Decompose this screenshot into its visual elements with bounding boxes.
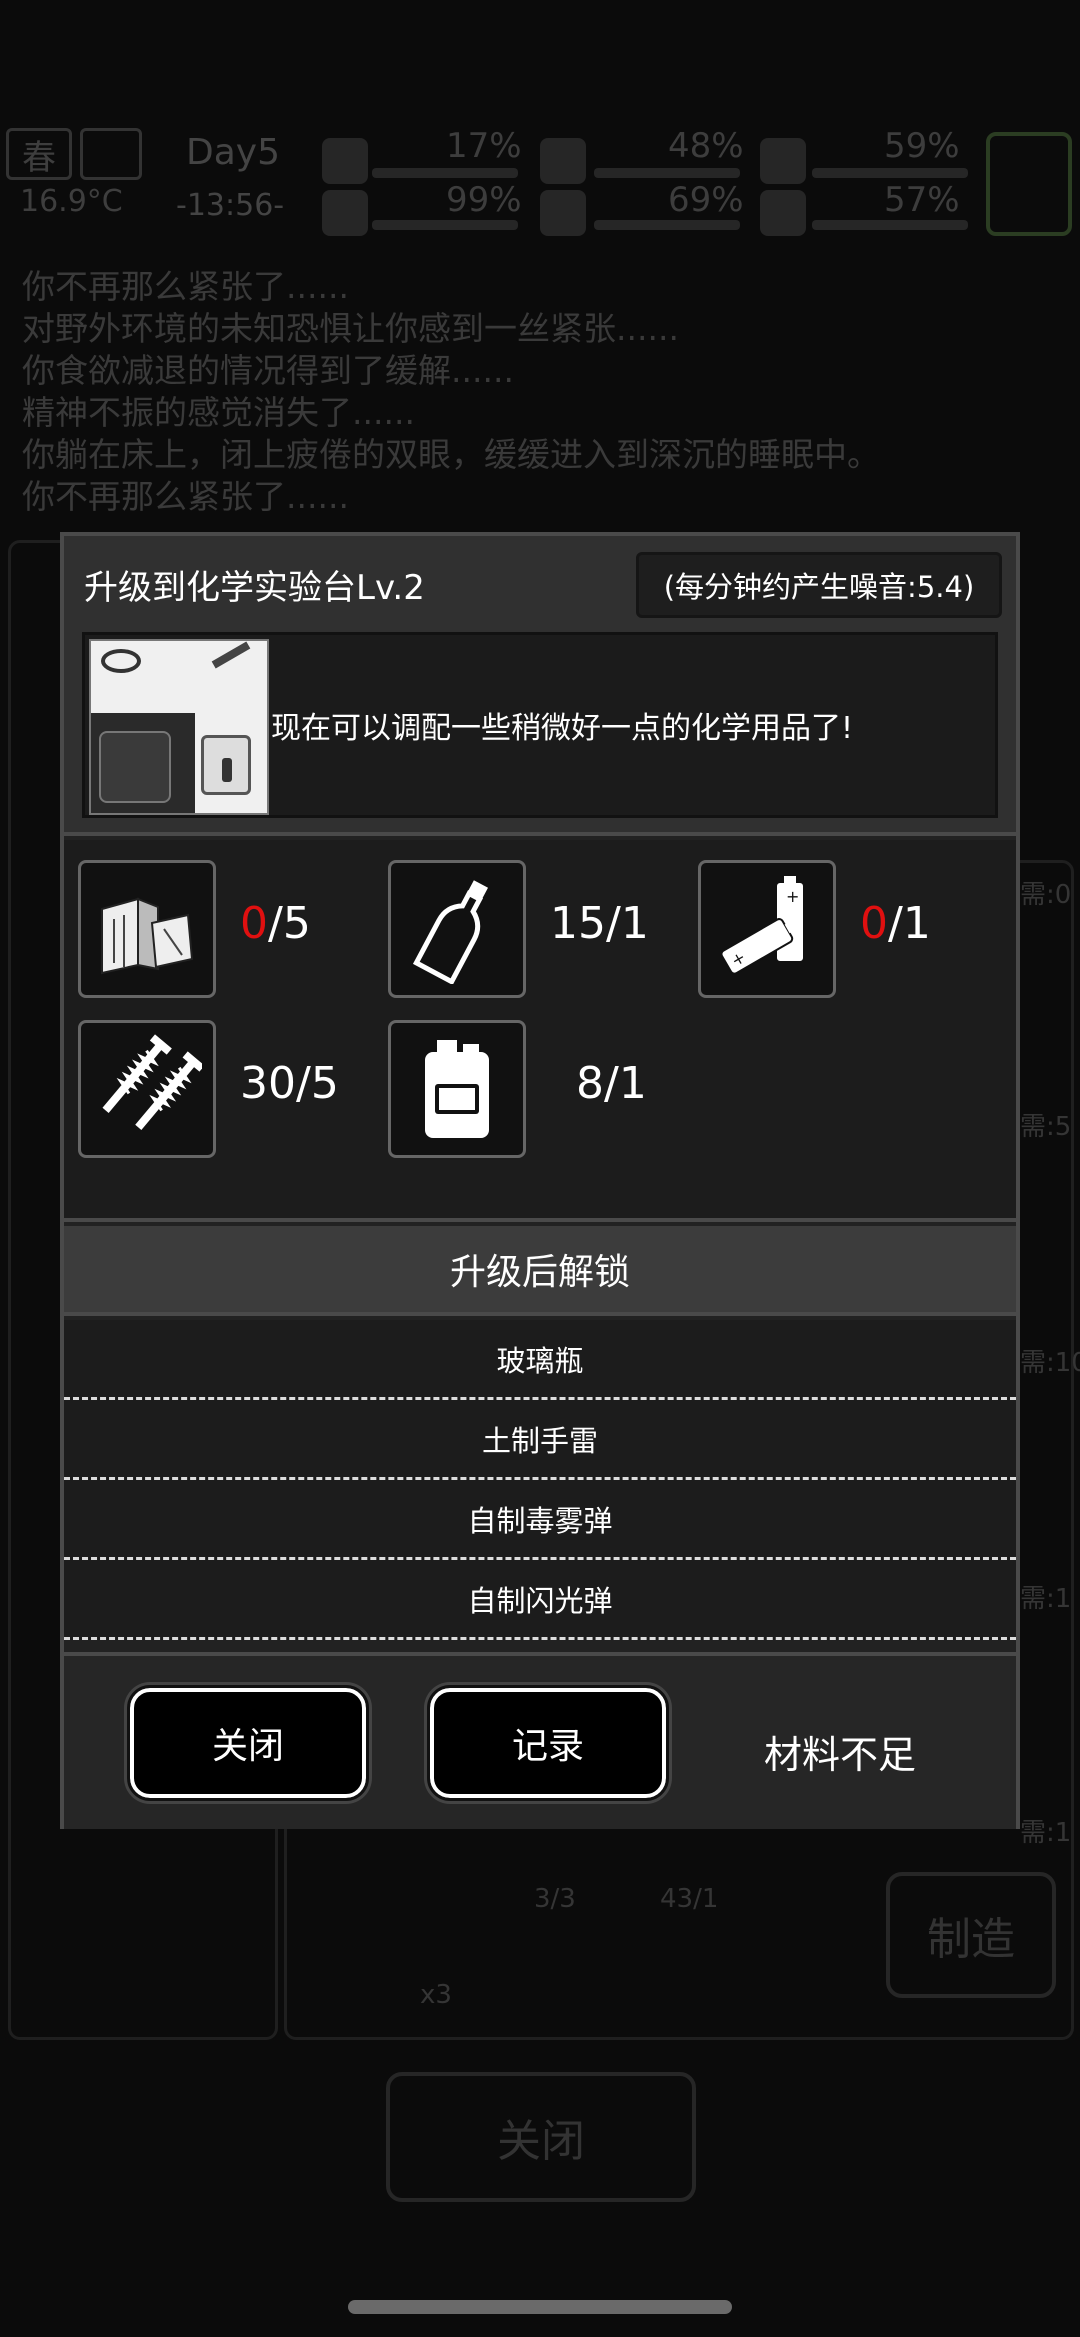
requirement-text: 需:1 <box>1020 1818 1072 1848</box>
material-count: 0/1 <box>860 898 931 949</box>
background-close-button[interactable]: 关闭 <box>386 2072 696 2202</box>
stat-bar <box>812 168 968 178</box>
stomach-icon <box>540 138 586 184</box>
material-have: 0 <box>860 898 888 949</box>
upgrade-description: 现在可以调配一些稍微好一点的化学用品了! <box>271 711 854 746</box>
stat-value: 48% <box>668 126 744 166</box>
material-count: 30/5 <box>240 1058 339 1109</box>
battery-icon <box>760 138 806 184</box>
hud-bar: 春 16.9°C Day5 -13:56- 17% 48% 59% 99% 69… <box>0 118 1080 248</box>
material-count: 8/1 <box>576 1058 647 1109</box>
event-log: 你不再那么紧张了...... 对野外环境的未知恐惧让你感到一丝紧张...... 你食… <box>22 266 880 518</box>
material-item: 0/5 <box>70 852 380 998</box>
material-have: 0 <box>240 898 268 949</box>
dialog-header: 升级到化学实验台Lv.2 (每分钟约产生噪音:5.4) 现在可以调配一些稍微好一… <box>64 536 1016 836</box>
stat-value: 59% <box>884 126 960 166</box>
stat-value: 57% <box>884 180 960 220</box>
material-item: 15/1 <box>380 852 690 998</box>
stat-bar <box>812 220 968 230</box>
unlock-header: 升级后解锁 <box>64 1226 1016 1316</box>
upgrade-dialog: 升级到化学实验台Lv.2 (每分钟约产生噪音:5.4) 现在可以调配一些稍微好一… <box>60 532 1020 1829</box>
material-have: 30 <box>240 1058 296 1109</box>
material-need: /1 <box>888 898 931 949</box>
stat-bar <box>594 220 740 230</box>
material-need: /5 <box>296 1058 339 1109</box>
stat-bar <box>372 168 518 178</box>
boot-icon <box>322 190 368 236</box>
log-line: 你躺在床上，闭上疲倦的双眼，缓缓进入到深沉的睡眠中。 <box>22 435 880 474</box>
stat-value: 69% <box>668 180 744 220</box>
material-have: 15 <box>550 898 606 949</box>
jerry-can-icon <box>388 1020 526 1158</box>
craft-count: 43/1 <box>660 1884 719 1914</box>
requirement-text: 需:0 <box>1020 880 1072 910</box>
temperature: 16.9°C <box>20 184 123 219</box>
requirement-text: 需:10 <box>1020 1348 1080 1378</box>
season-badge: 春 <box>6 128 72 180</box>
water-drop-icon <box>540 190 586 236</box>
log-line: 你不再那么紧张了...... <box>22 477 349 516</box>
equipment-slot[interactable] <box>986 132 1072 236</box>
dialog-title: 升级到化学实验台Lv.2 <box>84 568 425 608</box>
material-need: /1 <box>604 1058 647 1109</box>
home-indicator[interactable] <box>348 2300 732 2314</box>
record-button[interactable]: 记录 <box>427 1685 669 1801</box>
screws-icon <box>78 1020 216 1158</box>
chemistry-bench-icon <box>89 639 269 815</box>
day-label: Day5 <box>186 132 280 173</box>
craft-count: 3/3 <box>534 1884 576 1914</box>
description-box: 现在可以调配一些稍微好一点的化学用品了! <box>82 632 998 818</box>
bottle-icon <box>388 860 526 998</box>
batteries-icon: + + <box>698 860 836 998</box>
time-label: -13:56- <box>176 188 285 223</box>
material-count: 0/5 <box>240 898 311 949</box>
unlock-item: 土制手雷 <box>64 1400 1016 1480</box>
material-item: 8/1 <box>380 1012 690 1158</box>
make-button[interactable]: 制造 <box>886 1872 1056 1998</box>
stat-bar <box>372 220 518 230</box>
unlock-list: 玻璃瓶 土制手雷 自制毒雾弹 自制闪光弹 <box>64 1320 1016 1640</box>
material-count: 15/1 <box>550 898 649 949</box>
wood-planks-icon <box>78 860 216 998</box>
unlock-item: 自制闪光弹 <box>64 1560 1016 1640</box>
noise-indicator: (每分钟约产生噪音:5.4) <box>636 552 1002 618</box>
stat-value: 99% <box>446 180 522 220</box>
material-need: /5 <box>268 898 311 949</box>
close-button[interactable]: 关闭 <box>127 1685 369 1801</box>
sun-icon <box>80 128 142 180</box>
alarm-icon <box>322 138 368 184</box>
material-item: + + 0/1 <box>690 852 1000 998</box>
craft-multiplier: x3 <box>420 1980 452 2010</box>
materials-grid: 0/5 15/1 + + 0/1 30/5 8/1 <box>64 840 1016 1222</box>
dialog-footer: 关闭 记录 材料不足 <box>64 1652 1016 1829</box>
log-line: 精神不振的感觉消失了...... <box>22 393 415 432</box>
requirement-text: 需:5 <box>1020 1112 1072 1142</box>
requirement-text: 需:1 <box>1020 1584 1072 1614</box>
unlock-item: 玻璃瓶 <box>64 1320 1016 1400</box>
insufficient-materials-status: 材料不足 <box>764 1733 917 1777</box>
material-item: 30/5 <box>70 1012 380 1158</box>
stat-value: 17% <box>446 126 522 166</box>
stat-bar <box>594 168 740 178</box>
material-need: /1 <box>606 898 649 949</box>
svg-text:+: + <box>786 887 799 906</box>
log-line: 对野外环境的未知恐惧让你感到一丝紧张...... <box>22 309 679 348</box>
heart-icon <box>760 190 806 236</box>
material-have: 8 <box>576 1058 604 1109</box>
log-line: 你食欲减退的情况得到了缓解...... <box>22 351 514 390</box>
log-line: 你不再那么紧张了...... <box>22 267 349 306</box>
unlock-item: 自制毒雾弹 <box>64 1480 1016 1560</box>
